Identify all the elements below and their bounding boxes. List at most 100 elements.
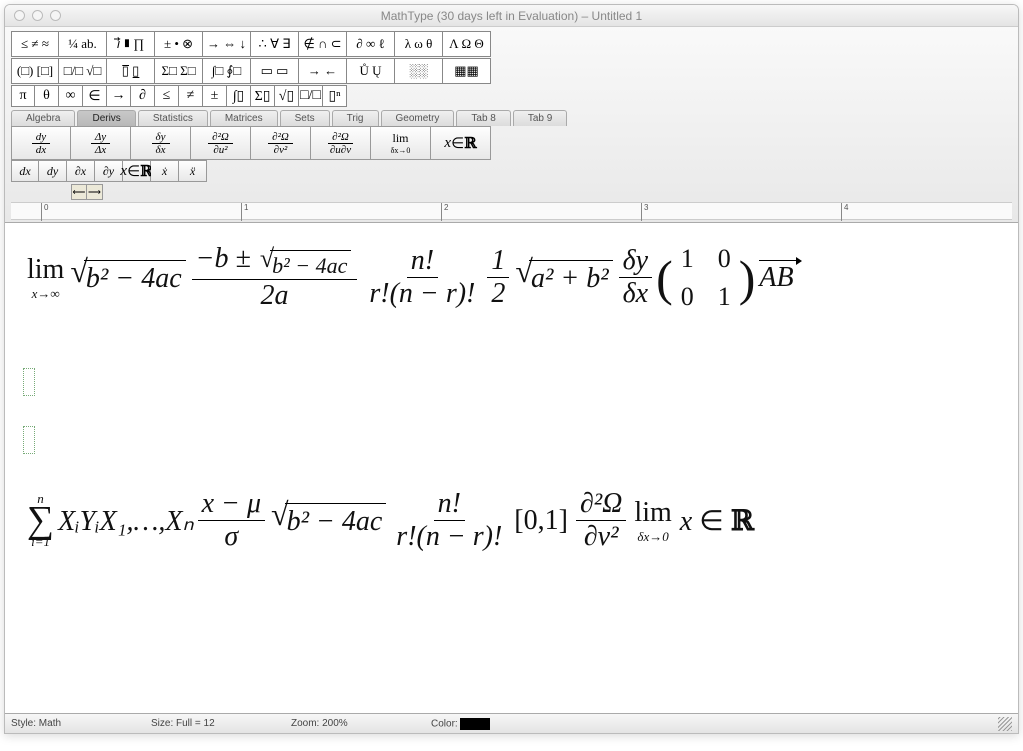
palette-button[interactable]: → ← <box>299 58 347 84</box>
palette-button[interactable]: ▭ ▭ <box>251 58 299 84</box>
template-button[interactable]: ẍ <box>179 160 207 182</box>
ruler[interactable]: 01234 <box>11 202 1012 220</box>
palette-button[interactable]: √▯ <box>275 85 299 107</box>
palette-button[interactable]: → <box>107 85 131 107</box>
symbol-palette-row-3: πθ∞∈→∂≤≠±∫▯Σ▯√▯□/□▯ⁿ <box>11 85 1012 107</box>
tab-statistics[interactable]: Statistics <box>138 110 208 126</box>
template-button[interactable]: δyδx <box>131 126 191 160</box>
toolbar-icon[interactable]: ⟵ <box>71 184 87 200</box>
template-button[interactable]: limδx→0 <box>371 126 431 160</box>
right-paren-icon: ) <box>739 249 756 307</box>
limit-expr-2: lim δx→0 <box>634 497 671 545</box>
series-terms: XᵢYᵢX₁,…,Xₙ <box>58 504 194 538</box>
template-button[interactable]: ∂y <box>95 160 123 182</box>
palette-button[interactable]: λ ω θ <box>395 31 443 57</box>
status-size: Size: Full = 12 <box>151 718 261 729</box>
small-toolbar: ⟵⟶ <box>11 182 1012 200</box>
palette-button[interactable]: 𝑖⃗ ∎ ∏ <box>107 31 155 57</box>
palette-button[interactable]: ± <box>203 85 227 107</box>
tab-tab-8[interactable]: Tab 8 <box>456 110 510 126</box>
template-button[interactable]: x ∈ ℝ <box>123 160 151 182</box>
template-button[interactable]: ∂²Ω∂u² <box>191 126 251 160</box>
palette-button[interactable]: □/□ <box>299 85 323 107</box>
template-button[interactable]: dy <box>39 160 67 182</box>
palette-button[interactable]: ∫□ ∮□ <box>203 58 251 84</box>
palette-button[interactable]: ≤ <box>155 85 179 107</box>
palette-button[interactable]: (□) [□] <box>11 58 59 84</box>
tab-matrices[interactable]: Matrices <box>210 110 278 126</box>
symbol-palette-row-1: ≤ ≠ ≈¼ ab.𝑖⃗ ∎ ∏± • ⊗→ ⇔ ↓∴ ∀ ∃∉ ∩ ⊂∂ ∞ … <box>11 31 1012 57</box>
close-icon[interactable] <box>14 10 25 21</box>
palette-button[interactable]: ░░ <box>395 58 443 84</box>
palette-button[interactable]: Σ□ Σ□ <box>155 58 203 84</box>
palette-button[interactable]: ∴ ∀ ∃ <box>251 31 299 57</box>
minimize-icon[interactable] <box>32 10 43 21</box>
empty-slot[interactable] <box>23 368 35 396</box>
palette-button[interactable]: ∂ <box>131 85 155 107</box>
left-paren-icon: ( <box>656 249 673 307</box>
palette-button[interactable]: Λ Ω Θ <box>443 31 491 57</box>
vector-ab: AB <box>759 262 793 294</box>
palette-button[interactable]: θ <box>35 85 59 107</box>
resize-handle-icon[interactable] <box>998 717 1012 731</box>
template-button[interactable]: ∂x <box>67 160 95 182</box>
palette-button[interactable]: ≠ <box>179 85 203 107</box>
palette-button[interactable]: → ⇔ ↓ <box>203 31 251 57</box>
palette-button[interactable]: ± • ⊗ <box>155 31 203 57</box>
palette-button[interactable]: ∈ <box>83 85 107 107</box>
tab-derivs[interactable]: Derivs <box>77 110 135 126</box>
ruler-mark: 1 <box>241 203 248 221</box>
pythag-sqrt: √ a² + b² <box>515 260 612 295</box>
identity-matrix: 10 01 <box>681 244 731 312</box>
template-button[interactable]: ΔyΔx <box>71 126 131 160</box>
zscore-fraction: x − μ σ <box>198 488 265 553</box>
ruler-mark: 4 <box>841 203 848 221</box>
palette-button[interactable]: ∞ <box>59 85 83 107</box>
toolbar: ≤ ≠ ≈¼ ab.𝑖⃗ ∎ ∏± • ⊗→ ⇔ ↓∴ ∀ ∃∉ ∩ ⊂∂ ∞ … <box>5 27 1018 223</box>
derivative-templates-row-1: dydxΔyΔxδyδx∂²Ω∂u²∂²Ω∂v²∂²Ω∂u∂vlimδx→0x … <box>11 126 1012 160</box>
palette-button[interactable]: ▦▦ <box>443 58 491 84</box>
category-tabs: AlgebraDerivsStatisticsMatricesSetsTrigG… <box>11 110 1012 126</box>
interval: [0,1] <box>514 505 568 537</box>
equation-canvas[interactable]: lim x→∞ √ b² − 4ac −b ± √ b² − 4ac 2a n! <box>5 223 1018 713</box>
empty-slot[interactable] <box>23 426 35 454</box>
color-swatch[interactable] <box>460 718 490 730</box>
palette-button[interactable]: Ů Ų <box>347 58 395 84</box>
template-button[interactable]: ∂²Ω∂u∂v <box>311 126 371 160</box>
set-membership: x ∈ ℝ <box>680 504 754 538</box>
status-color[interactable]: Color: <box>431 718 490 730</box>
palette-button[interactable]: ∉ ∩ ⊂ <box>299 31 347 57</box>
template-button[interactable]: x ∈ ℝ <box>431 126 491 160</box>
template-button[interactable]: ẋ <box>151 160 179 182</box>
zoom-icon[interactable] <box>50 10 61 21</box>
equation-line-2: n ∑ i=1 XᵢYᵢX₁,…,Xₙ x − μ σ √ b² − 4ac n… <box>23 488 1000 553</box>
toolbar-icon[interactable]: ⟶ <box>87 184 103 200</box>
palette-button[interactable]: □/□ √□ <box>59 58 107 84</box>
titlebar: MathType (30 days left in Evaluation) – … <box>5 5 1018 27</box>
palette-button[interactable]: ¼ ab. <box>59 31 107 57</box>
tab-tab-9[interactable]: Tab 9 <box>513 110 567 126</box>
app-window: MathType (30 days left in Evaluation) – … <box>4 4 1019 734</box>
tab-geometry[interactable]: Geometry <box>381 110 455 126</box>
palette-button[interactable]: π <box>11 85 35 107</box>
summation: n ∑ i=1 <box>27 491 54 550</box>
palette-button[interactable]: Σ▯ <box>251 85 275 107</box>
palette-button[interactable]: ▯ⁿ <box>323 85 347 107</box>
palette-button[interactable]: ∫▯ <box>227 85 251 107</box>
palette-button[interactable]: ▯̅ ▯̲ <box>107 58 155 84</box>
binomial-fraction-2: n! r!(n − r)! <box>392 488 506 553</box>
symbol-palette-row-2: (□) [□]□/□ √□▯̅ ▯̲Σ□ Σ□∫□ ∮□▭ ▭→ ←Ů Ų░░▦… <box>11 58 1012 84</box>
palette-button[interactable]: ∂ ∞ ℓ <box>347 31 395 57</box>
ruler-mark: 0 <box>41 203 48 221</box>
tab-trig[interactable]: Trig <box>332 110 379 126</box>
template-button[interactable]: dx <box>11 160 39 182</box>
sqrt-expr: √ b² − 4ac <box>70 260 185 295</box>
template-button[interactable]: dydx <box>11 126 71 160</box>
ruler-mark: 3 <box>641 203 648 221</box>
tab-sets[interactable]: Sets <box>280 110 330 126</box>
tab-algebra[interactable]: Algebra <box>11 110 75 126</box>
binomial-fraction: n! r!(n − r)! <box>365 245 479 310</box>
status-bar: Style: Math Size: Full = 12 Zoom: 200% C… <box>5 713 1018 733</box>
template-button[interactable]: ∂²Ω∂v² <box>251 126 311 160</box>
palette-button[interactable]: ≤ ≠ ≈ <box>11 31 59 57</box>
